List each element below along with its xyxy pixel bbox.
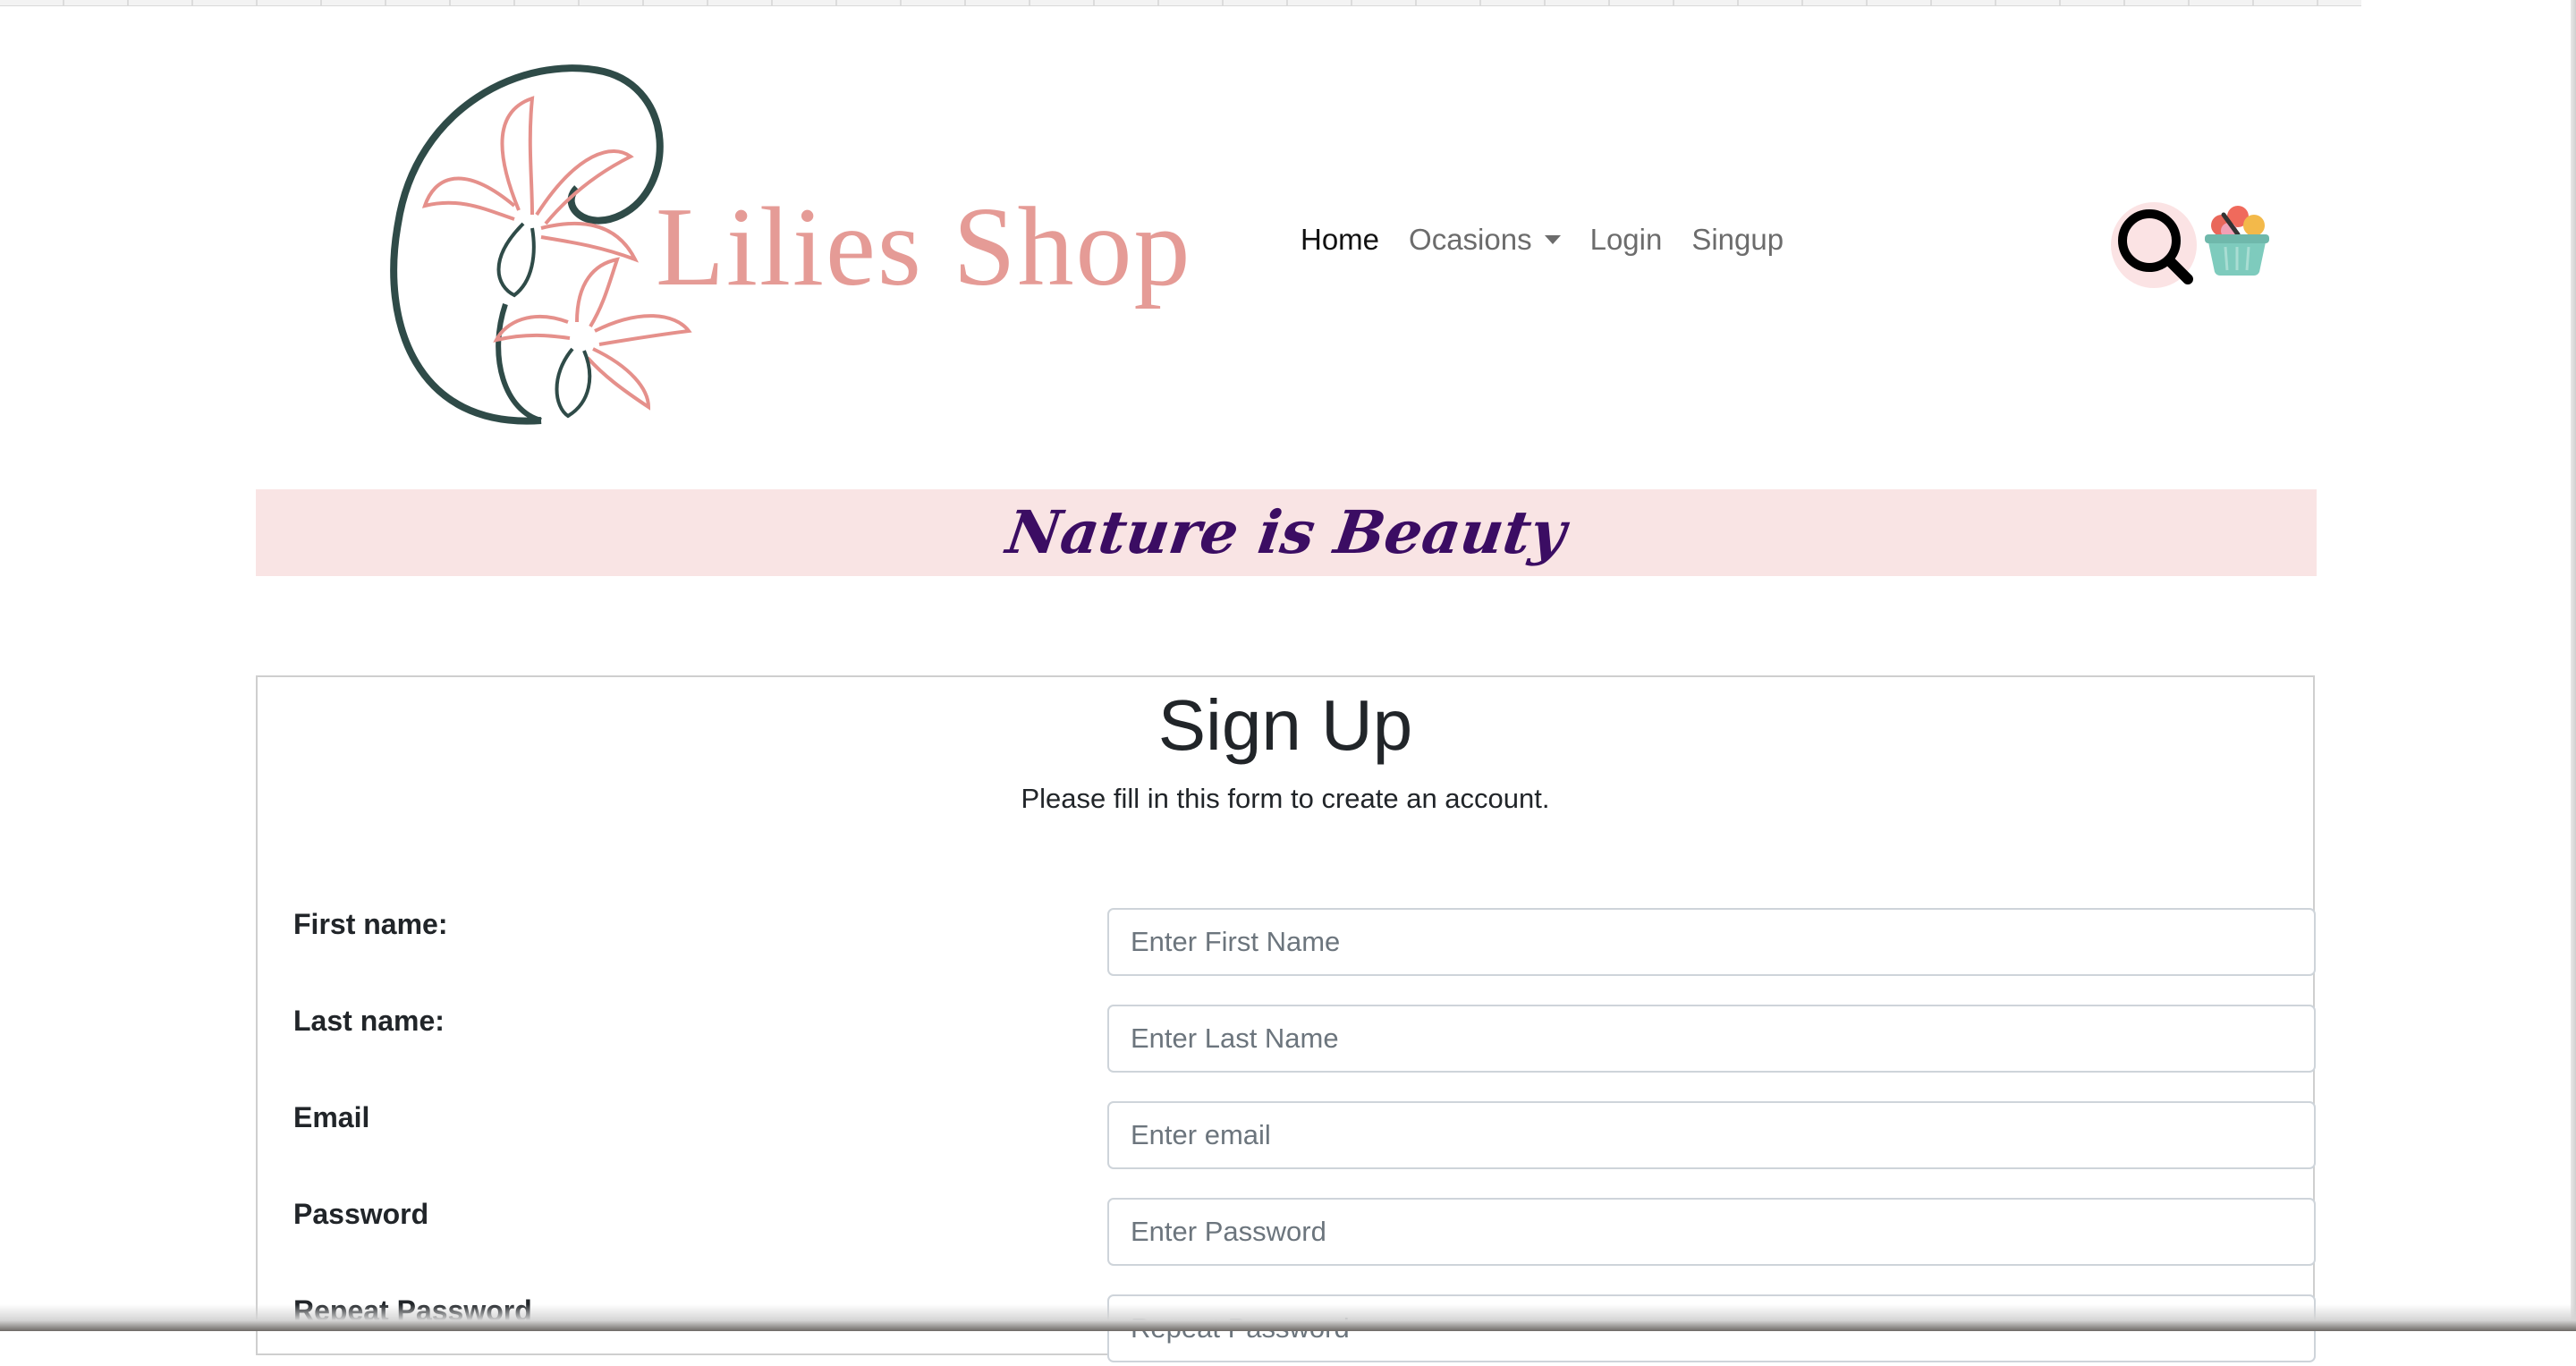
- first-name-label: First name:: [293, 908, 448, 940]
- form-row-first-name: First name:: [293, 908, 2316, 980]
- nav-ocasions-dropdown[interactable]: Ocasions: [1409, 220, 1561, 259]
- signup-form-card: Sign Up Please fill in this form to crea…: [256, 675, 2316, 1362]
- tagline-banner: Nature is Beauty: [256, 489, 2317, 576]
- browser-top-strip: [0, 0, 2361, 6]
- brand-name: Lilies Shop: [656, 185, 1192, 310]
- password-input[interactable]: [1107, 1198, 2316, 1266]
- search-icon: [2118, 209, 2193, 284]
- form-subtitle: Please fill in this form to create an ac…: [1021, 783, 1550, 814]
- form-row-last-name: Last name:: [293, 1005, 2316, 1076]
- last-name-label: Last name:: [293, 1005, 445, 1037]
- last-name-input[interactable]: [1107, 1005, 2316, 1073]
- flower-basket-icon: [2205, 206, 2269, 276]
- email-input[interactable]: [1107, 1101, 2316, 1169]
- nav-ocasions-label: Ocasions: [1409, 223, 1532, 256]
- logo[interactable]: Lilies Shop: [380, 54, 1203, 429]
- cart-button[interactable]: [2202, 204, 2272, 277]
- nav-signup[interactable]: Singup: [1691, 220, 1784, 259]
- page-title: Sign Up: [1157, 685, 1413, 765]
- form-row-email: Email: [293, 1101, 2316, 1173]
- caret-down-icon: [1544, 235, 1561, 244]
- nav-login[interactable]: Login: [1590, 220, 1663, 259]
- first-name-input[interactable]: [1107, 908, 2316, 976]
- window-right-edge: [2571, 0, 2576, 1331]
- nav-home[interactable]: Home: [1301, 220, 1379, 259]
- window-bottom-edge: [0, 1304, 2576, 1331]
- tagline-text: Nature is Beauty: [1002, 497, 1571, 567]
- search-button[interactable]: [2111, 202, 2197, 288]
- form-row-password: Password: [293, 1198, 2316, 1269]
- password-label: Password: [293, 1198, 429, 1230]
- main-nav: Home Ocasions Login Singup: [1301, 220, 1784, 259]
- email-label: Email: [293, 1101, 370, 1133]
